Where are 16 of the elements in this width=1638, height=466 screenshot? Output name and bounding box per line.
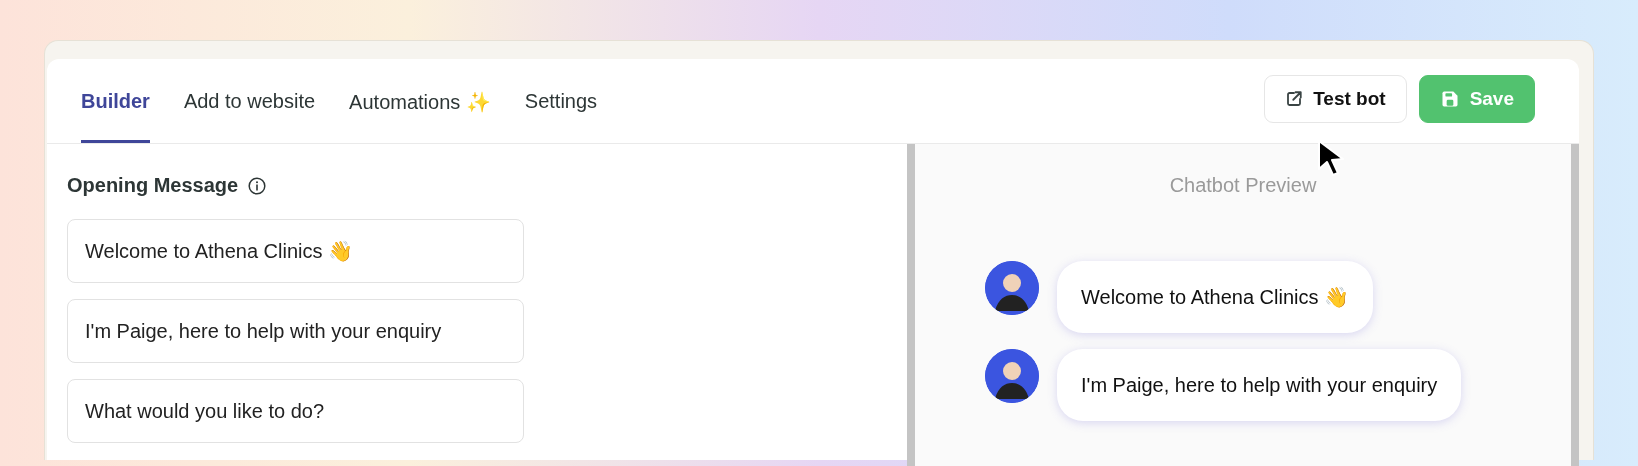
tab[interactable]: Add to website: [183, 59, 316, 143]
tab[interactable]: Builder: [81, 59, 150, 143]
avatar-icon: [985, 349, 1039, 403]
preview-title: Chatbot Preview: [1169, 174, 1317, 197]
tab[interactable]: Settings: [524, 59, 598, 143]
chat-message: Welcome to Athena Clinics 👋: [1057, 261, 1374, 333]
avatar-icon: [985, 261, 1039, 315]
section-title: Opening Message: [67, 174, 239, 197]
test-button[interactable]: Test bot: [1264, 75, 1407, 123]
message-field[interactable]: I'm Paige, here to help with your enquiry: [67, 299, 524, 363]
info-icon: [248, 176, 267, 195]
external-link-icon: [1285, 90, 1304, 108]
tab[interactable]: Automations ✨: [349, 59, 491, 143]
chat-message: I'm Paige, here to help with your enquiry: [1057, 349, 1462, 421]
message-field[interactable]: What would you like to do?: [67, 379, 524, 443]
message-field[interactable]: Welcome to Athena Clinics 👋: [67, 219, 524, 283]
